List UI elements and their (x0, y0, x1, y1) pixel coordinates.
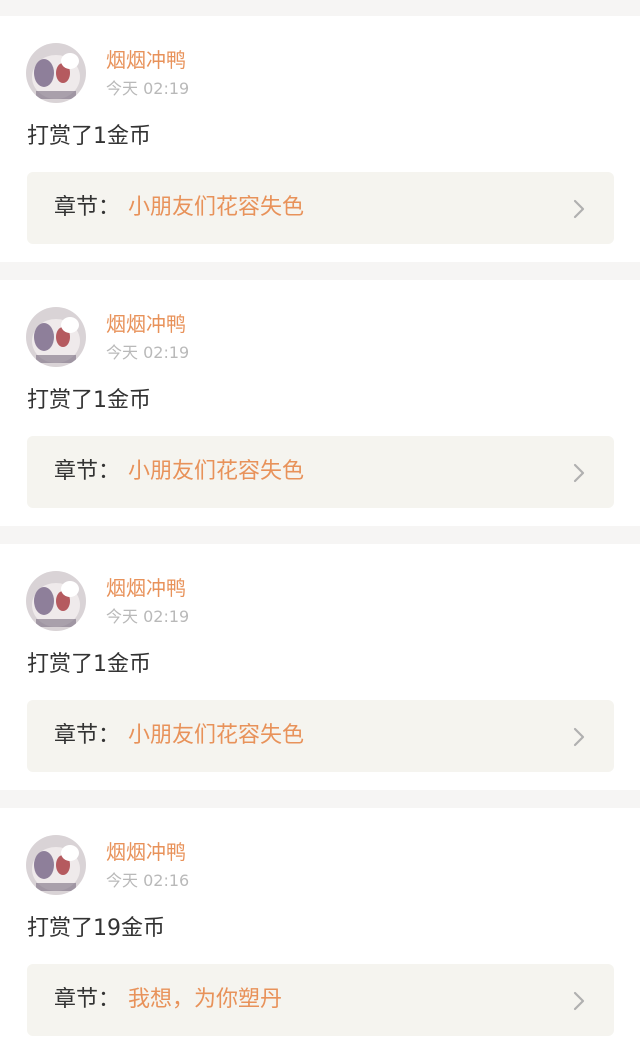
chapter-label: 章节： (54, 195, 121, 220)
chapter-label: 章节： (54, 459, 121, 484)
reward-text: 打赏了1金币 (27, 124, 151, 149)
reward-card: 烟烟冲鸭 今天 02:19 打赏了1金币 章节： 小朋友们花容失色 (0, 16, 640, 262)
chevron-right-icon (572, 991, 586, 1011)
avatar-image (26, 307, 86, 367)
timestamp: 今天 02:19 (106, 79, 190, 98)
avatar[interactable] (26, 43, 86, 103)
timestamp: 今天 02:16 (106, 871, 190, 890)
chapter-link[interactable]: 章节： 小朋友们花容失色 (27, 172, 614, 244)
avatar-image (26, 43, 86, 103)
reward-card: 烟烟冲鸭 今天 02:19 打赏了1金币 章节： 小朋友们花容失色 (0, 544, 640, 790)
username[interactable]: 烟烟冲鸭 (106, 575, 186, 601)
reward-text: 打赏了19金币 (27, 916, 165, 941)
chevron-right-icon (572, 727, 586, 747)
chapter-title: 小朋友们花容失色 (128, 459, 305, 484)
avatar-image (26, 835, 86, 895)
chapter-link[interactable]: 章节： 小朋友们花容失色 (27, 436, 614, 508)
timestamp: 今天 02:19 (106, 343, 190, 362)
reward-text: 打赏了1金币 (27, 388, 151, 413)
username[interactable]: 烟烟冲鸭 (106, 47, 186, 73)
chapter-title: 小朋友们花容失色 (128, 723, 305, 748)
chapter-link[interactable]: 章节： 我想，为你塑丹 (27, 964, 614, 1036)
chapter-label: 章节： (54, 987, 121, 1012)
chevron-right-icon (572, 199, 586, 219)
chapter-link[interactable]: 章节： 小朋友们花容失色 (27, 700, 614, 772)
avatar-image (26, 571, 86, 631)
chapter-title: 我想，为你塑丹 (128, 987, 283, 1012)
reward-text: 打赏了1金币 (27, 652, 151, 677)
avatar[interactable] (26, 571, 86, 631)
chapter-label: 章节： (54, 723, 121, 748)
chapter-title: 小朋友们花容失色 (128, 195, 305, 220)
username[interactable]: 烟烟冲鸭 (106, 839, 186, 865)
avatar[interactable] (26, 307, 86, 367)
username[interactable]: 烟烟冲鸭 (106, 311, 186, 337)
timestamp: 今天 02:19 (106, 607, 190, 626)
reward-feed: 烟烟冲鸭 今天 02:19 打赏了1金币 章节： 小朋友们花容失色 烟烟冲鸭 今… (0, 0, 640, 1052)
chevron-right-icon (572, 463, 586, 483)
avatar[interactable] (26, 835, 86, 895)
reward-card: 烟烟冲鸭 今天 02:16 打赏了19金币 章节： 我想，为你塑丹 (0, 808, 640, 1052)
reward-card: 烟烟冲鸭 今天 02:19 打赏了1金币 章节： 小朋友们花容失色 (0, 280, 640, 526)
